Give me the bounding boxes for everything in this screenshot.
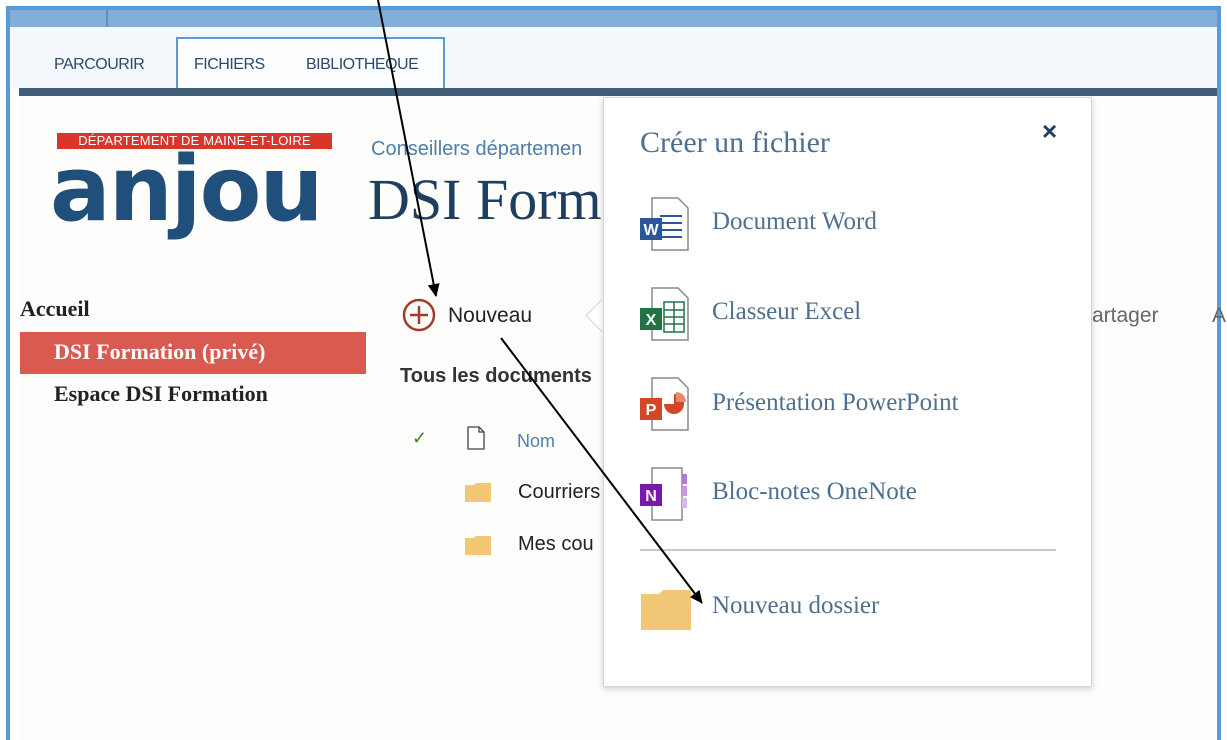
create-folder-label[interactable]: Nouveau dossier — [712, 592, 879, 620]
folder-icon — [465, 536, 491, 555]
ribbon-divider — [19, 88, 1217, 96]
logo-anjou[interactable]: anjou — [50, 140, 324, 240]
onenote-icon: N — [640, 467, 687, 521]
site-breadcrumb[interactable]: Conseillers départemen — [371, 138, 582, 161]
create-powerpoint-label[interactable]: Présentation PowerPoint — [712, 389, 959, 417]
suite-bar — [10, 10, 1217, 27]
create-onenote-label[interactable]: Bloc-notes OneNote — [712, 478, 917, 506]
tab-bibliotheque[interactable]: BIBLIOTHEQUE — [306, 56, 419, 74]
list-item[interactable]: Mes cou — [518, 533, 594, 556]
document-type-icon — [467, 426, 485, 450]
folder-icon — [465, 483, 491, 502]
create-word-label[interactable]: Document Word — [712, 208, 877, 236]
select-all-checkmark-icon[interactable]: ✓ — [412, 428, 427, 449]
excel-icon: X — [640, 287, 689, 341]
nav-item-espace-dsi[interactable]: Espace DSI Formation — [54, 381, 268, 407]
toolbar-overflow-item[interactable]: A — [1212, 304, 1226, 328]
svg-text:W: W — [643, 222, 659, 239]
tab-parcourir[interactable]: PARCOURIR — [54, 56, 145, 74]
site-title: DSI Form — [368, 167, 602, 232]
nav-item-dsi-formation[interactable]: DSI Formation (privé) — [54, 339, 265, 365]
suite-bar-divider — [106, 10, 108, 27]
svg-text:N: N — [645, 488, 657, 505]
panel-title: Créer un fichier — [640, 126, 830, 159]
column-header-name[interactable]: Nom — [517, 431, 555, 452]
powerpoint-icon: P — [640, 377, 689, 431]
create-excel-label[interactable]: Classeur Excel — [712, 298, 861, 326]
nav-item-accueil[interactable]: Accueil — [20, 296, 90, 322]
svg-text:X: X — [646, 312, 657, 329]
folder-icon — [641, 590, 691, 630]
list-item[interactable]: Courriers — [518, 481, 600, 504]
share-button[interactable]: artager — [1092, 304, 1159, 328]
tab-fichiers[interactable]: FICHIERS — [194, 56, 265, 74]
word-icon: W — [640, 197, 689, 251]
new-button[interactable]: Nouveau — [448, 304, 532, 328]
close-icon[interactable]: × — [1042, 116, 1057, 147]
plus-circle-icon[interactable] — [402, 298, 436, 332]
svg-text:P: P — [646, 402, 657, 419]
view-selector[interactable]: Tous les documents — [400, 365, 592, 388]
panel-divider — [640, 549, 1056, 551]
